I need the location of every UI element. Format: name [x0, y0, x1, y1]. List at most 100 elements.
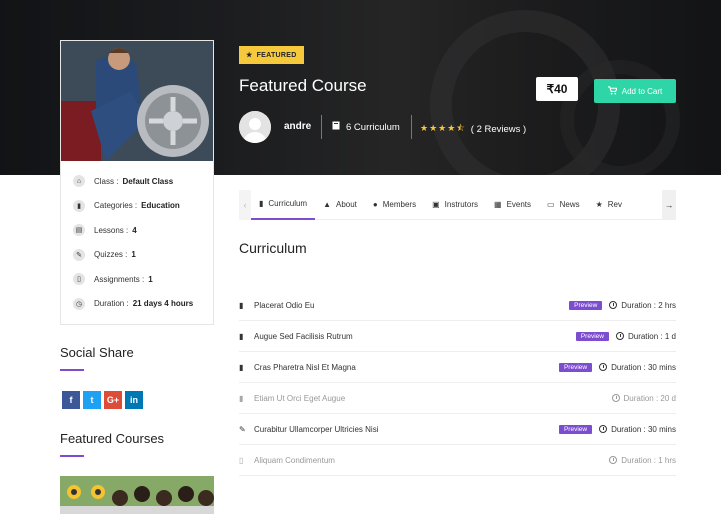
preview-badge[interactable]: Preview — [558, 362, 593, 372]
course-info-card: ⌂ Class : Default Class ▮ Categories : Educat… — [60, 40, 214, 325]
course-thumbnail — [61, 41, 213, 161]
duration-text: Duration : 2 hrs — [621, 300, 676, 310]
lesson-duration: Duration : 30 mins — [599, 425, 676, 434]
info-row: ▯ Assignments :1 — [61, 267, 213, 292]
tab-rev[interactable]: ★ Rev — [588, 190, 630, 220]
info-value: 21 days 4 hours — [132, 299, 194, 309]
lesson-title[interactable]: Augue Sed Facilisis Rutrum — [254, 332, 576, 341]
curriculum-count: 6 Curriculum — [332, 121, 400, 133]
divider — [411, 115, 412, 139]
info-row: ▮ Categories : Education — [61, 194, 213, 219]
tab-label: Instrutors — [444, 200, 478, 209]
star-icon: ★ — [246, 52, 253, 59]
featured-courses-title: Featured Courses — [60, 431, 165, 446]
duration-text: Duration : 20 d — [623, 393, 676, 403]
rating-stars: ★★★★⯪ — [420, 123, 466, 133]
social-share-buttons: f t G+ in — [62, 391, 143, 409]
calendar-icon: ▦ — [494, 200, 502, 209]
tab-members[interactable]: ● Members — [365, 190, 424, 220]
book-icon: ▤ — [73, 224, 85, 237]
clock-icon: ◷ — [73, 297, 85, 310]
tab-label: About — [336, 200, 357, 209]
course-rating[interactable]: ★★★★⯪ ( 2 Reviews ) — [420, 121, 526, 137]
course-tabs: ‹ ▮ Curriculum ▲ About ● Members ▣ Instrutors ▦ E… — [239, 189, 676, 220]
book-icon: ▮ — [239, 362, 244, 372]
clock-icon — [599, 363, 608, 371]
book-icon: ▮ — [239, 300, 244, 310]
tab-instrutors[interactable]: ▣ Instrutors — [424, 190, 486, 220]
tab-events[interactable]: ▦ Events — [486, 190, 539, 220]
info-value: 4 — [132, 225, 137, 235]
lesson-duration: Duration : 2 hrs — [609, 301, 676, 310]
divider — [321, 115, 322, 139]
googleplus-share-button[interactable]: G+ — [104, 391, 122, 409]
lesson-title: Etiam Ut Orci Eget Augue — [254, 393, 346, 403]
clock-icon — [611, 394, 620, 402]
title-underline — [60, 455, 84, 457]
author-avatar[interactable] — [239, 111, 271, 143]
info-row: ⌂ Class : Default Class — [61, 169, 213, 194]
book-icon — [332, 121, 340, 133]
facebook-share-button[interactable]: f — [62, 391, 80, 409]
info-value: Education — [141, 201, 180, 211]
info-row: ✎ Quizzes :1 — [61, 243, 213, 268]
info-label: Quizzes : — [94, 250, 128, 260]
cart-icon — [607, 85, 618, 97]
preview-badge[interactable]: Preview — [575, 331, 609, 341]
lesson-title[interactable]: Cras Pharetra Nisl Et Magna — [254, 363, 559, 372]
clock-icon — [615, 332, 624, 340]
duration-text: Duration : 30 mins — [611, 362, 676, 372]
tab-label: Curriculum — [268, 199, 308, 208]
price-tag: ₹40 — [536, 77, 578, 101]
lesson-title[interactable]: Placerat Odio Eu — [254, 301, 569, 310]
info-label: Lessons : — [94, 225, 129, 235]
lesson-row[interactable]: ✎ Curabitur Ullamcorper Ultricies Nisi Pre… — [239, 414, 676, 445]
lesson-list: ▮ Placerat Odio Eu Preview Duration : 2 hrs… — [239, 290, 676, 476]
file-icon: ▯ — [73, 273, 85, 286]
lesson-duration: Duration : 20 d — [611, 393, 676, 403]
tabs-scroll-left-button[interactable]: ‹ — [239, 189, 251, 220]
preview-badge[interactable]: Preview — [569, 300, 603, 310]
tab-news[interactable]: ▭ News — [539, 190, 588, 220]
add-to-cart-button[interactable]: Add to Cart — [594, 79, 676, 103]
lesson-title[interactable]: Curabitur Ullamcorper Ultricies Nisi — [254, 425, 559, 434]
lesson-duration: Duration : 30 mins — [599, 363, 676, 372]
duration-text: Duration : 30 mins — [611, 424, 676, 434]
lesson-row[interactable]: ▯ Aliquam Condimentum Duration : 1 hrs — [239, 445, 676, 476]
id-card-icon: ▣ — [432, 200, 440, 209]
lesson-duration: Duration : 1 hrs — [609, 456, 676, 465]
book-icon: ▮ — [239, 393, 244, 403]
tab-curriculum[interactable]: ▮ Curriculum — [251, 190, 316, 220]
curriculum-title: Curriculum — [239, 240, 307, 256]
social-share-title: Social Share — [60, 345, 134, 360]
class-icon: ⌂ — [73, 175, 85, 188]
twitter-share-button[interactable]: t — [83, 391, 101, 409]
info-value: 1 — [148, 274, 153, 284]
lesson-row[interactable]: ▮ Augue Sed Facilisis Rutrum Preview Durati… — [239, 321, 676, 352]
reviews-count: ( 2 Reviews ) — [470, 123, 527, 135]
info-label: Class : — [94, 176, 119, 186]
info-value: Default Class — [122, 176, 174, 186]
info-label: Assignments : — [94, 274, 145, 284]
tab-label: Rev — [607, 200, 623, 209]
lesson-duration: Duration : 1 d — [615, 331, 676, 341]
author-name[interactable]: andre — [284, 121, 311, 132]
star-icon: ★ — [595, 200, 603, 209]
bookmark-icon: ▮ — [73, 199, 85, 212]
lesson-title: Aliquam Condimentum — [254, 455, 335, 465]
lesson-row[interactable]: ▮ Placerat Odio Eu Preview Duration : 2 hrs — [239, 290, 676, 321]
duration-text: Duration : 1 d — [627, 331, 676, 341]
tab-label: News — [559, 200, 580, 209]
quiz-icon: ✎ — [239, 424, 246, 434]
tab-label: Members — [382, 200, 417, 209]
preview-badge[interactable]: Preview — [558, 424, 593, 434]
linkedin-share-button[interactable]: in — [125, 391, 143, 409]
book-icon: ▮ — [259, 199, 264, 208]
tabs-scroll-right-button[interactable]: → — [662, 190, 676, 220]
course-title: Featured Course — [239, 76, 367, 95]
clock-icon — [609, 456, 618, 464]
lesson-row[interactable]: ▮ Cras Pharetra Nisl Et Magna Preview Durat… — [239, 352, 676, 383]
featured-course-thumbnail[interactable] — [60, 476, 214, 514]
tab-about[interactable]: ▲ About — [315, 190, 365, 220]
lesson-row[interactable]: ▮ Etiam Ut Orci Eget Augue Duration : 20 d — [239, 383, 676, 414]
